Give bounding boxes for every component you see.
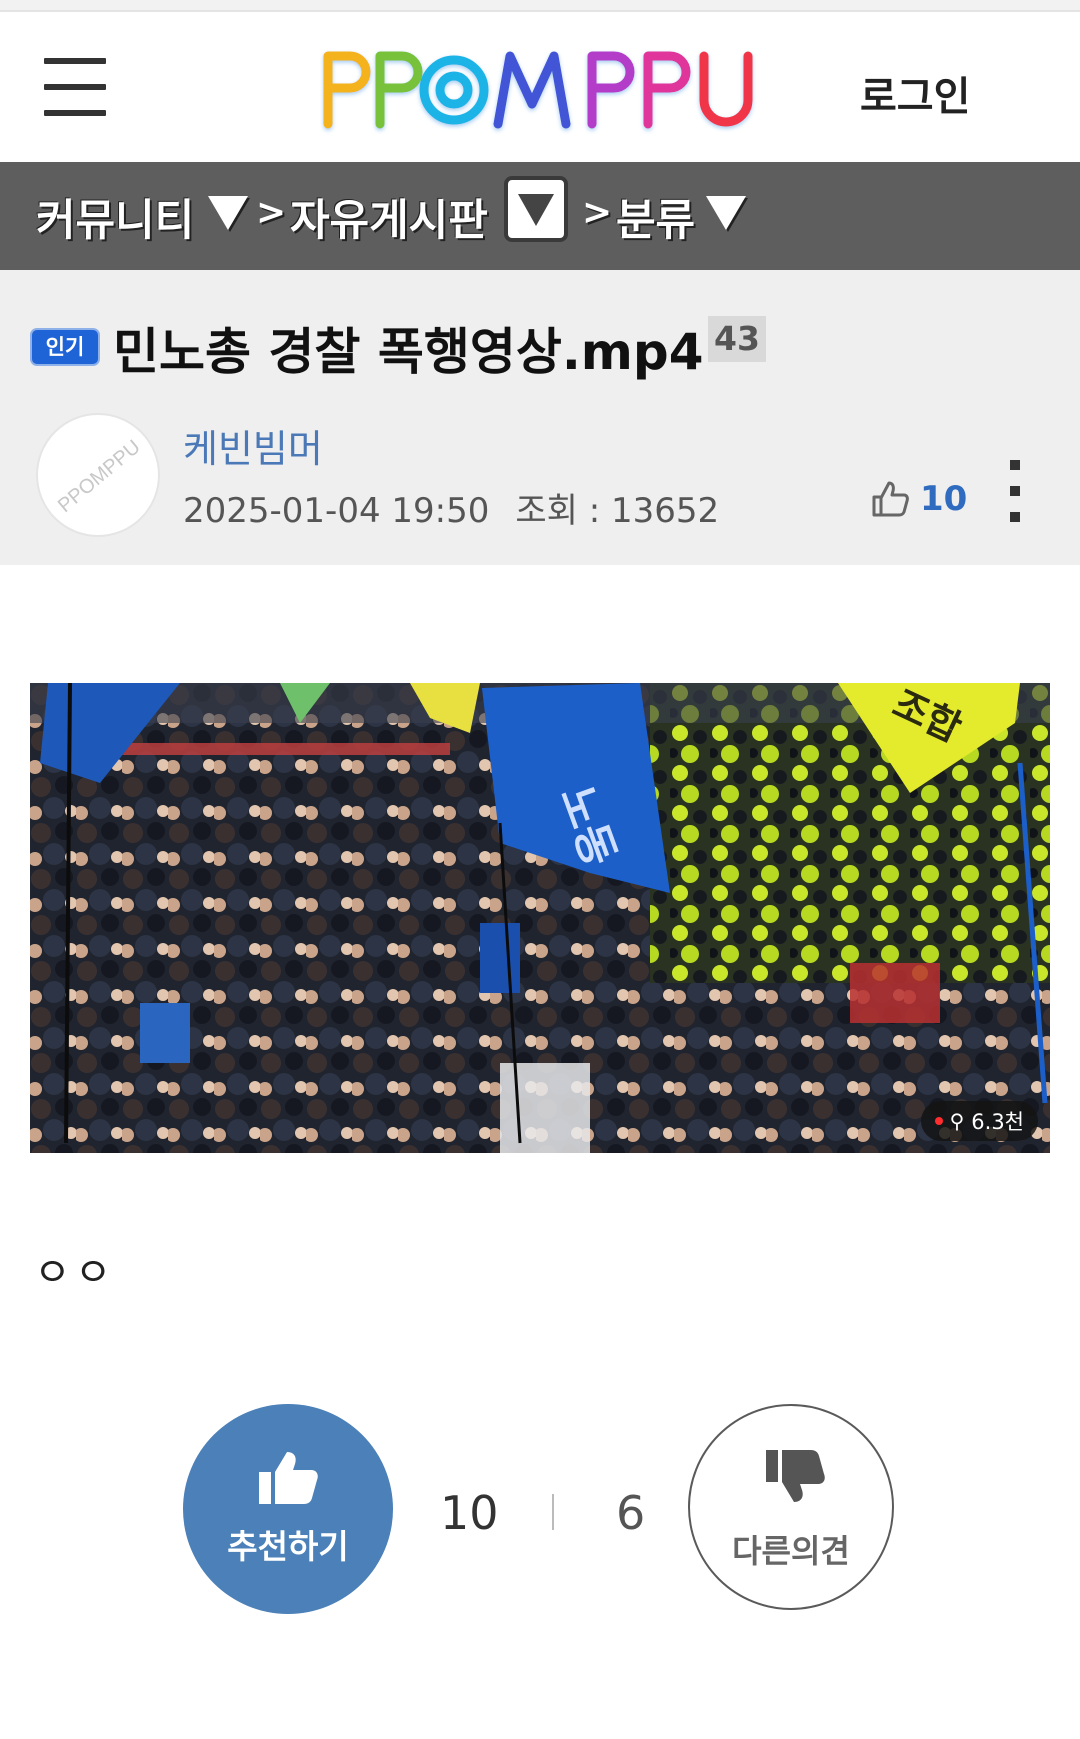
recommend-count: 10	[440, 1486, 499, 1540]
hamburger-menu-icon[interactable]	[44, 58, 106, 116]
dissent-label: 다른의견	[732, 1532, 850, 1570]
category-dropdown-icon[interactable]	[706, 196, 746, 230]
dissent-count: 6	[616, 1486, 646, 1540]
hot-badge: 인기	[32, 330, 98, 364]
avatar[interactable]: PPOMPPU	[36, 413, 160, 537]
recommend-button[interactable]: 추천하기	[183, 1404, 393, 1614]
thumbs-down-icon	[766, 1450, 825, 1502]
post-title: 민노총 경찰 폭행영상.mp4	[113, 323, 704, 381]
video-thumbnail[interactable]: 노동 조합 ⚲ 6.3천	[30, 683, 1050, 1153]
author-name[interactable]: 케빈빔머	[183, 418, 323, 473]
post-body: ㅇㅇ	[34, 1250, 116, 1296]
view-count: 조회 : 13652	[515, 491, 720, 531]
dissent-button[interactable]: 다른의견	[688, 1404, 894, 1610]
post-header: 인기 민노총 경찰 폭행영상.mp4 43 PPOMPPU 케빈빔머 2025-…	[0, 270, 1080, 565]
breadcrumb: 커뮤니티 > 자유게시판 > 분류	[0, 162, 1080, 270]
like-indicator: 10	[870, 476, 967, 522]
site-header: 로그인	[0, 12, 1080, 162]
viewer-count-badge: ⚲ 6.3천	[920, 1101, 1038, 1141]
live-dot-icon	[934, 1117, 943, 1125]
viewer-count: 6.3천	[971, 1110, 1024, 1134]
more-options-icon[interactable]	[1005, 460, 1025, 526]
ppomppu-logo[interactable]	[320, 34, 760, 144]
thumbs-up-icon	[872, 481, 909, 517]
breadcrumb-separator: >	[256, 192, 287, 233]
post-datetime: 2025-01-04 19:50	[183, 491, 490, 531]
community-dropdown-icon[interactable]	[208, 196, 248, 230]
person-icon: ⚲	[949, 1109, 965, 1133]
breadcrumb-community[interactable]: 커뮤니티	[36, 186, 194, 248]
login-link[interactable]: 로그인	[860, 64, 970, 122]
breadcrumb-separator: >	[582, 192, 613, 233]
recommend-label: 추천하기	[227, 1527, 349, 1566]
thumbs-up-icon	[259, 1452, 318, 1504]
top-border	[0, 0, 1080, 12]
board-dropdown-button[interactable]	[504, 176, 568, 242]
breadcrumb-board[interactable]: 자유게시판	[290, 186, 488, 248]
vote-divider	[552, 1494, 554, 1530]
breadcrumb-category[interactable]: 분류	[616, 186, 695, 248]
comment-count-badge[interactable]: 43	[708, 316, 766, 362]
avatar-watermark: PPOMPPU	[54, 436, 145, 517]
post-meta: 2025-01-04 19:50 조회 : 13652	[183, 483, 719, 532]
like-count: 10	[920, 479, 968, 519]
chevron-down-icon	[518, 194, 554, 226]
